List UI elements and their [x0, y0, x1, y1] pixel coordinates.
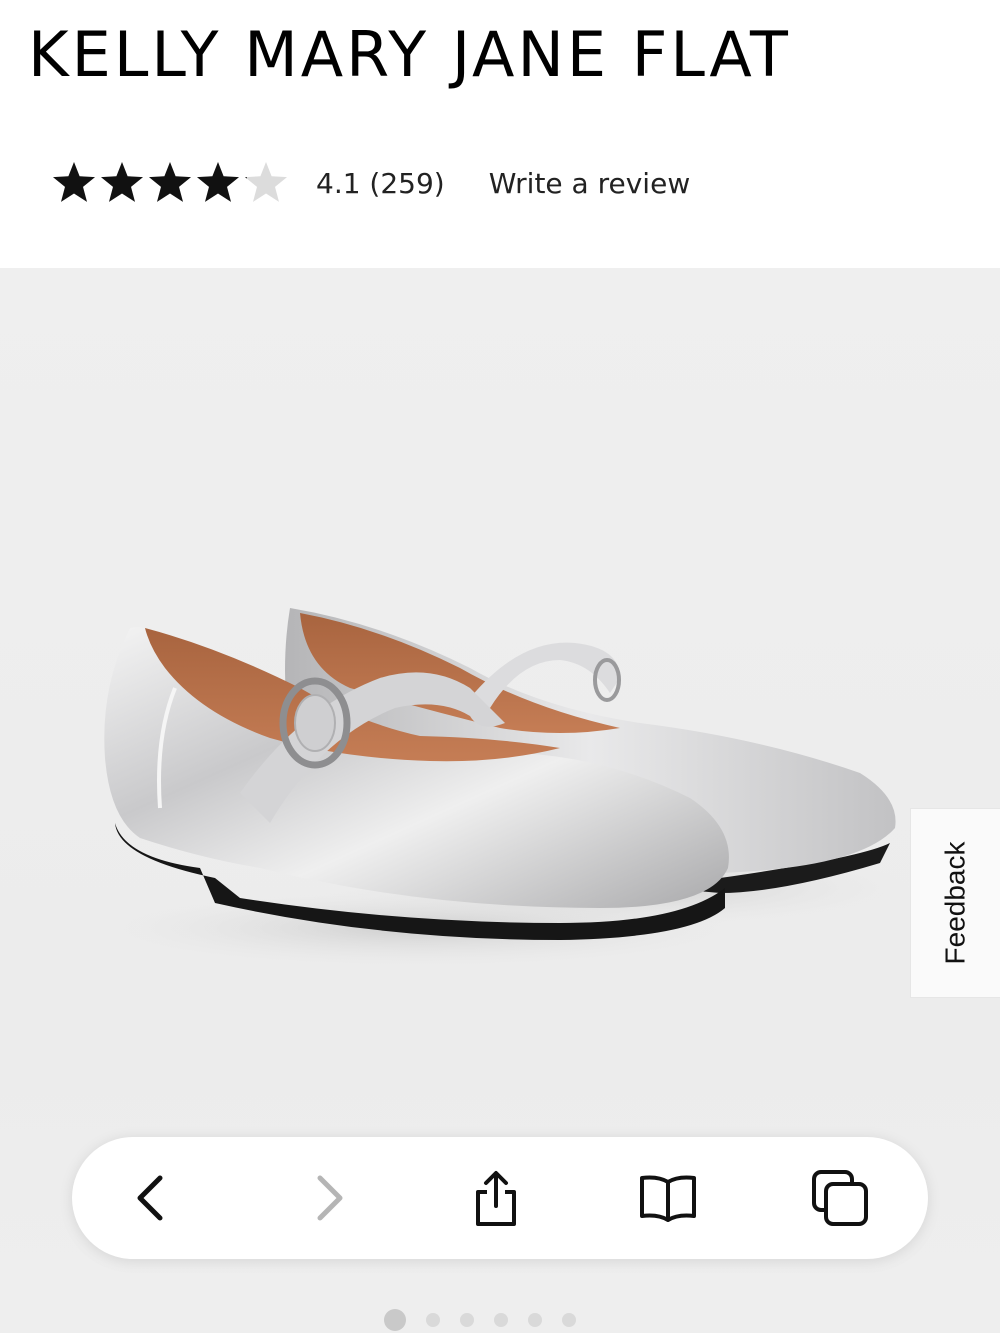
feedback-tab[interactable]: Feedback	[910, 808, 1000, 998]
forward-button[interactable]	[298, 1168, 358, 1228]
bookmarks-button[interactable]	[638, 1168, 698, 1228]
star-icon	[245, 162, 287, 202]
bookmarks-icon	[640, 1175, 696, 1222]
tabs-icon	[812, 1170, 868, 1226]
pagination-dot[interactable]	[528, 1313, 542, 1327]
star-icon	[101, 162, 143, 202]
share-button[interactable]	[466, 1168, 526, 1228]
back-button[interactable]	[122, 1168, 182, 1228]
write-review-link[interactable]: Write a review	[489, 167, 690, 200]
pagination-dot[interactable]	[494, 1313, 508, 1327]
feedback-label: Feedback	[939, 841, 971, 965]
rating-summary: 4.1 (259) Write a review	[50, 155, 690, 211]
star-icon	[197, 162, 239, 202]
star-icon	[53, 162, 95, 202]
rating-count: 4.1 (259)	[316, 166, 445, 200]
tabs-button[interactable]	[810, 1168, 870, 1228]
star-icon	[149, 162, 191, 202]
chevron-left-icon	[137, 1175, 163, 1221]
product-title: KELLY MARY JANE FLAT	[28, 18, 791, 91]
pagination-dot[interactable]	[562, 1313, 576, 1327]
gallery-pagination	[384, 1308, 576, 1332]
browser-toolbar	[72, 1137, 928, 1259]
star-rating[interactable]	[50, 159, 290, 207]
product-image	[90, 608, 920, 968]
pagination-dot[interactable]	[384, 1309, 406, 1331]
pagination-dot[interactable]	[426, 1313, 440, 1327]
chevron-right-icon	[317, 1175, 343, 1221]
pagination-dot[interactable]	[460, 1313, 474, 1327]
share-icon	[476, 1171, 516, 1226]
